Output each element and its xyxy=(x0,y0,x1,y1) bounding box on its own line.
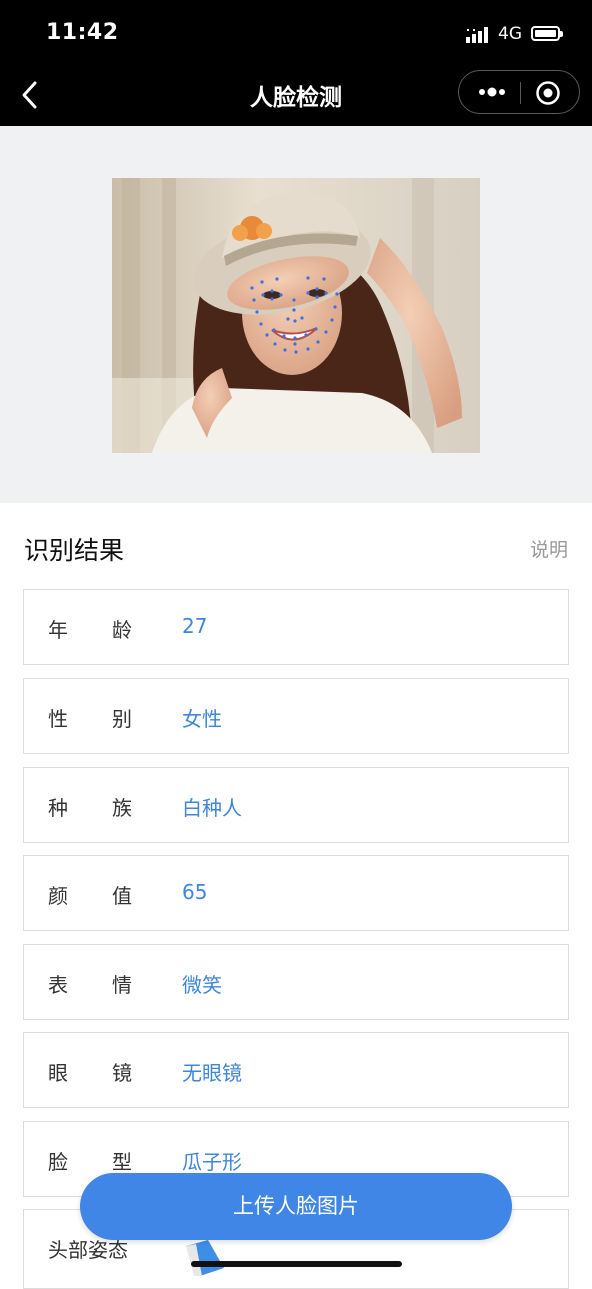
row-label: 情 xyxy=(112,973,132,997)
more-icon[interactable] xyxy=(475,81,511,103)
row-value: 瓜子形 xyxy=(182,1150,242,1174)
row-label: 镜 xyxy=(112,1061,132,1085)
row-value: 27 xyxy=(182,614,208,638)
result-row-beauty: 颜 值 65 xyxy=(23,855,569,931)
row-value: 女性 xyxy=(182,707,222,731)
status-time: 11:42 xyxy=(46,20,119,45)
row-label: 龄 xyxy=(112,618,132,642)
row-value: 65 xyxy=(182,880,208,904)
row-label: 脸 xyxy=(48,1150,68,1174)
capsule-divider xyxy=(520,82,521,104)
row-label: 年 xyxy=(48,618,68,642)
explain-link[interactable]: 说明 xyxy=(530,535,568,562)
result-row-gender: 性 别 女性 xyxy=(23,678,569,754)
home-indicator xyxy=(191,1261,402,1267)
result-header: 识别结果 说明 xyxy=(0,503,592,589)
row-label: 颜 xyxy=(48,884,68,908)
battery-icon xyxy=(531,26,563,41)
close-icon[interactable] xyxy=(535,80,561,106)
result-row-race: 种 族 白种人 xyxy=(23,767,569,843)
nav-bar: 人脸检测 xyxy=(0,64,592,126)
row-label: 眼 xyxy=(48,1061,68,1085)
row-label: 值 xyxy=(112,884,132,908)
result-row-glasses: 眼 镜 无眼镜 xyxy=(23,1032,569,1108)
network-label: 4G xyxy=(498,24,522,44)
result-title: 识别结果 xyxy=(24,536,125,565)
row-value: 白种人 xyxy=(182,796,242,820)
status-bar: 11:42 4G xyxy=(0,0,592,64)
row-value: 无眼镜 xyxy=(182,1061,242,1085)
result-row-age: 年 龄 27 xyxy=(23,589,569,665)
signal-icon xyxy=(466,27,488,43)
row-label: 别 xyxy=(112,707,132,731)
row-value: 微笑 xyxy=(182,973,222,997)
upload-face-button[interactable]: 上传人脸图片 xyxy=(80,1173,512,1240)
row-label: 族 xyxy=(112,796,132,820)
row-label: 型 xyxy=(112,1150,132,1174)
photo-area xyxy=(0,126,592,503)
face-photo xyxy=(112,178,480,453)
row-label: 表 xyxy=(48,973,68,997)
row-label: 性 xyxy=(48,707,68,731)
row-label: 种 xyxy=(48,796,68,820)
result-row-expression: 表 情 微笑 xyxy=(23,944,569,1020)
head-pose-graphic xyxy=(186,1240,224,1276)
mini-program-capsule xyxy=(458,70,580,114)
